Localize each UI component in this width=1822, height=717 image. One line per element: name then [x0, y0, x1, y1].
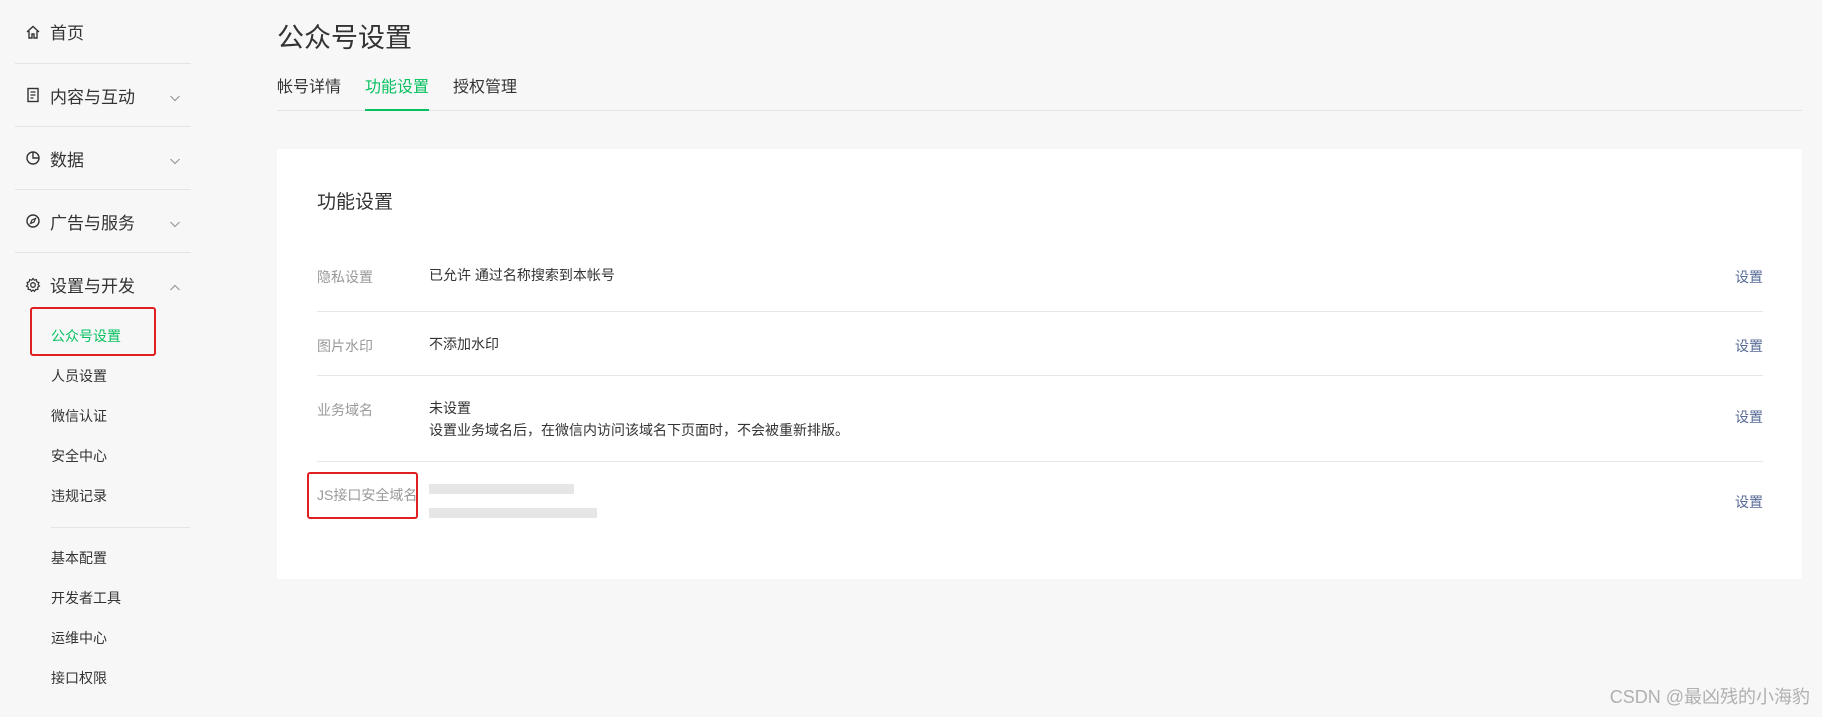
setting-row-watermark: 图片水印 不添加水印 设置	[317, 312, 1763, 376]
tab-function-settings[interactable]: 功能设置	[365, 76, 430, 111]
tab-account-details[interactable]: 帐号详情	[277, 76, 341, 111]
row-label: 业务域名	[317, 402, 373, 418]
watermark: CSDN @最凶残的小海豹	[1609, 687, 1810, 707]
pie-chart-icon	[25, 150, 41, 166]
sidebar-group-label: 广告与服务	[50, 213, 135, 233]
chevron-down-icon	[169, 152, 181, 165]
sidebar-item-violation-records[interactable]: 违规记录	[15, 476, 191, 516]
card-title: 功能设置	[317, 192, 394, 213]
sidebar-group-label: 设置与开发	[50, 277, 135, 296]
sidebar-item-label: 首页	[50, 24, 84, 43]
tab-bar: 帐号详情 功能设置 授权管理	[277, 76, 1802, 111]
row-value: 未设置	[429, 400, 471, 416]
sidebar-item-home[interactable]: 首页	[15, 0, 191, 64]
settings-list: 隐私设置 已允许 通过名称搜索到本帐号 设置 图片水印 不添加水印 设置 业务域…	[307, 243, 1763, 540]
sidebar: 首页 内容与互动 数据 广告与服务 设置与开发 公众号设置 人员设置 微信认证 …	[15, 0, 191, 717]
row-label: 隐私设置	[317, 269, 373, 285]
sidebar-group-content[interactable]: 内容与互动	[15, 64, 191, 127]
page: 首页 内容与互动 数据 广告与服务 设置与开发 公众号设置 人员设置 微信认证 …	[0, 0, 1822, 717]
sidebar-group-settings[interactable]: 设置与开发	[15, 253, 191, 316]
setting-row-business-domain: 业务域名 未设置 设置业务域名后，在微信内访问该域名下页面时，不会被重新排版。 …	[317, 376, 1763, 462]
settings-submenu: 公众号设置 人员设置 微信认证 安全中心 违规记录 基本配置 开发者工具 运维中…	[15, 316, 191, 698]
settings-card: 功能设置 隐私设置 已允许 通过名称搜索到本帐号 设置 图片水印 不添加水印 设…	[277, 149, 1802, 579]
chevron-down-icon	[169, 89, 181, 102]
row-label: JS接口安全域名	[317, 487, 418, 503]
document-icon	[25, 87, 41, 103]
submenu-divider	[51, 527, 190, 528]
row-description: 设置业务域名后，在微信内访问该域名下页面时，不会被重新排版。	[429, 422, 849, 438]
setting-row-privacy: 隐私设置 已允许 通过名称搜索到本帐号 设置	[317, 243, 1763, 312]
row-value: 不添加水印	[429, 336, 499, 352]
redacted-domain	[429, 484, 574, 494]
business-domain-settings-link[interactable]: 设置	[1735, 407, 1763, 427]
chevron-up-icon	[169, 279, 181, 291]
row-label: 图片水印	[317, 338, 373, 354]
tab-authorization[interactable]: 授权管理	[453, 76, 517, 111]
sidebar-group-label: 数据	[50, 150, 84, 170]
js-domain-settings-link[interactable]: 设置	[1735, 492, 1763, 512]
row-value: 已允许 通过名称搜索到本帐号	[429, 267, 615, 283]
redacted-domain	[429, 508, 597, 518]
compass-icon	[25, 213, 41, 229]
sidebar-group-label: 内容与互动	[50, 87, 135, 107]
sidebar-group-data[interactable]: 数据	[15, 127, 191, 190]
sidebar-item-account-settings[interactable]: 公众号设置	[15, 316, 191, 356]
chevron-down-icon	[169, 215, 181, 228]
sidebar-item-staff-settings[interactable]: 人员设置	[15, 356, 191, 396]
sidebar-item-ops-center[interactable]: 运维中心	[15, 618, 191, 658]
sidebar-item-wechat-verify[interactable]: 微信认证	[15, 396, 191, 436]
watermark-settings-link[interactable]: 设置	[1735, 336, 1763, 356]
setting-row-js-domain: JS接口安全域名 设置	[307, 462, 1763, 540]
home-icon	[25, 24, 41, 40]
sidebar-item-basic-config[interactable]: 基本配置	[15, 538, 191, 578]
privacy-settings-link[interactable]: 设置	[1735, 267, 1763, 287]
sidebar-item-security-center[interactable]: 安全中心	[15, 436, 191, 476]
sidebar-item-developer-tools[interactable]: 开发者工具	[15, 578, 191, 618]
page-title: 公众号设置	[277, 23, 412, 53]
sidebar-group-ads[interactable]: 广告与服务	[15, 190, 191, 253]
sidebar-item-api-permissions[interactable]: 接口权限	[15, 658, 191, 698]
gear-icon	[25, 277, 41, 293]
